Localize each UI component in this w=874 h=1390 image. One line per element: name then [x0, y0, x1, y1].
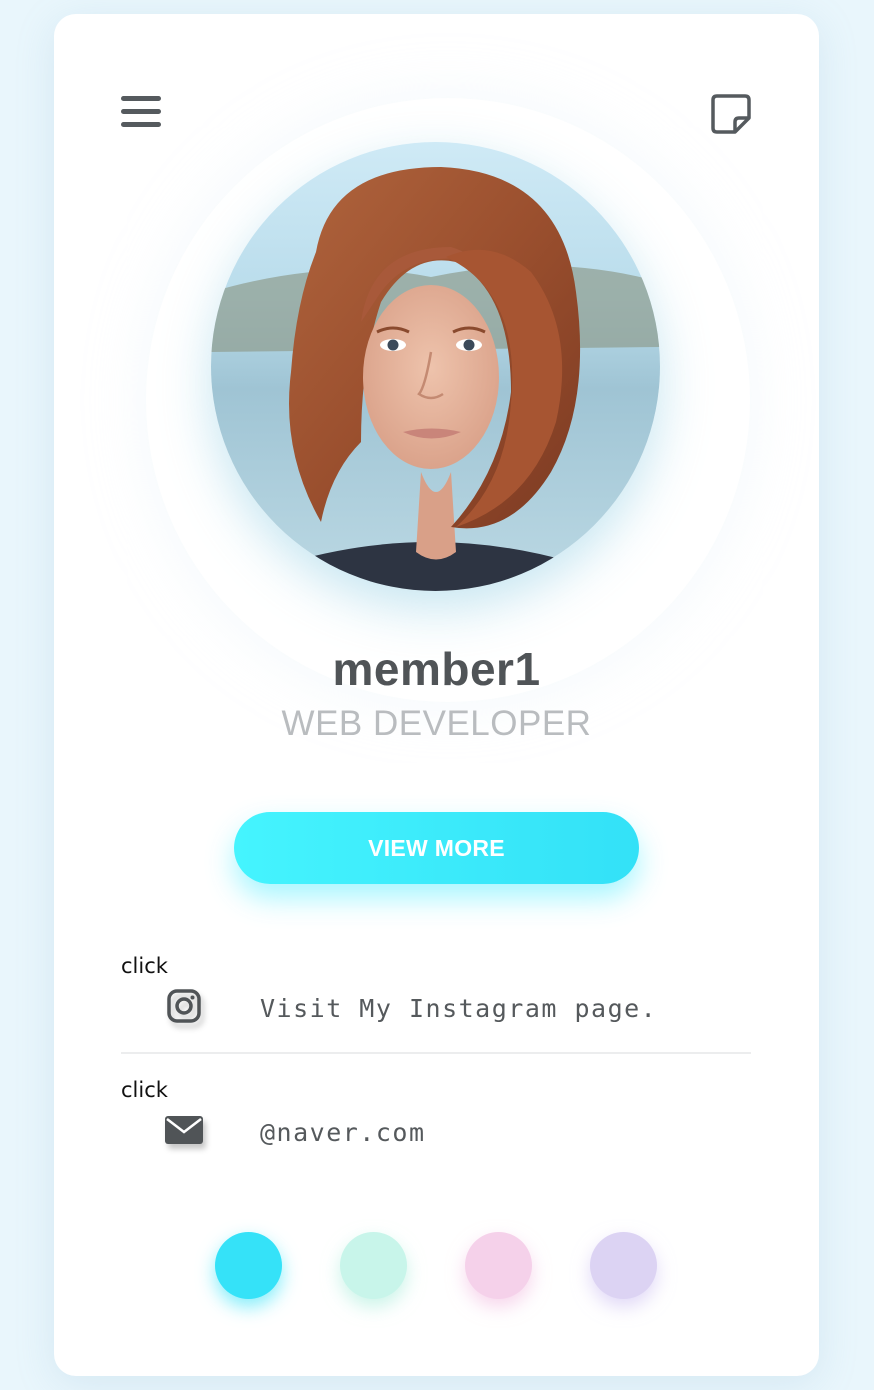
- instagram-link[interactable]: Visit My Instagram page.: [260, 994, 657, 1023]
- envelope-icon[interactable]: [164, 1110, 204, 1150]
- instagram-click-label: click: [121, 954, 168, 978]
- menu-bar: [121, 96, 161, 101]
- theme-dot-mint[interactable]: [340, 1232, 407, 1299]
- divider: [121, 1052, 751, 1054]
- sticky-note-icon[interactable]: [710, 93, 752, 135]
- menu-bar: [121, 122, 161, 127]
- instagram-icon[interactable]: [164, 986, 204, 1026]
- profile-card: member1 WEB DEVELOPER VIEW MORE click Vi…: [54, 14, 819, 1376]
- profile-role: WEB DEVELOPER: [281, 704, 592, 743]
- theme-dot-pink[interactable]: [465, 1232, 532, 1299]
- theme-dot-cyan[interactable]: [215, 1232, 282, 1299]
- theme-dot-lavender[interactable]: [590, 1232, 657, 1299]
- view-more-button[interactable]: VIEW MORE: [234, 812, 639, 884]
- avatar: [211, 142, 660, 591]
- hamburger-menu-icon[interactable]: [121, 96, 161, 130]
- menu-bar: [121, 109, 161, 114]
- profile-name: member1: [332, 643, 541, 695]
- email-link[interactable]: @naver.com: [260, 1118, 426, 1147]
- email-click-label: click: [121, 1078, 168, 1102]
